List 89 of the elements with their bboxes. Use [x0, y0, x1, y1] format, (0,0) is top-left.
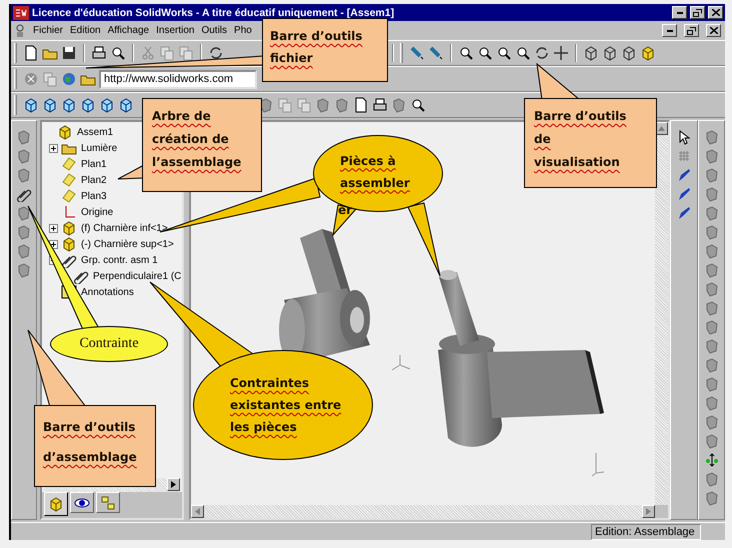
cube-icon[interactable] — [42, 97, 58, 113]
magnifier-icon[interactable] — [110, 45, 126, 61]
callout-text: Contraintes existantes entre les pièces — [230, 375, 342, 436]
cube-icon[interactable] — [61, 97, 77, 113]
pencil-icon[interactable] — [676, 167, 692, 183]
part-icon[interactable] — [61, 220, 77, 236]
printer-icon[interactable] — [91, 45, 107, 61]
menu-item[interactable]: Insertion — [156, 25, 194, 36]
callout-text: Contrainte — [79, 336, 139, 352]
minimize-button[interactable] — [672, 6, 687, 19]
panel-tab[interactable] — [96, 492, 120, 513]
tree-item-label[interactable]: (-) Charnière sup<1> — [81, 238, 174, 250]
cube-icon[interactable] — [99, 97, 115, 113]
pencil-icon[interactable] — [676, 205, 692, 221]
document-icon[interactable] — [353, 97, 369, 113]
minimize-button[interactable] — [662, 24, 677, 37]
vertical-scrollbar[interactable] — [655, 122, 668, 505]
tree-item-label[interactable]: Plan3 — [81, 190, 107, 202]
restore-icon — [693, 8, 702, 16]
callout-text: Arbre de création de l’assemblage — [152, 108, 242, 171]
tree-item-label[interactable]: Perpendiculaire1 (C — [93, 270, 182, 282]
tree-item-label[interactable]: Assem1 — [77, 126, 114, 138]
close-icon — [710, 27, 718, 34]
pencil-icon[interactable] — [676, 186, 692, 202]
close-button[interactable] — [706, 24, 721, 37]
minimize-icon — [666, 30, 672, 32]
tree-item-label[interactable]: Plan1 — [81, 158, 107, 170]
move-arrows-icon[interactable] — [704, 452, 720, 468]
magnifier-icon[interactable] — [458, 45, 474, 61]
stray-text: er — [338, 203, 352, 217]
expand-toggle[interactable] — [49, 144, 58, 152]
menu-item[interactable]: Fichier — [33, 25, 64, 36]
callout-text: Barre d’outils fichier — [270, 28, 362, 67]
printer-icon[interactable] — [372, 97, 388, 113]
restore-icon — [687, 26, 696, 34]
minimize-icon — [676, 12, 682, 14]
rotate-icon[interactable] — [208, 45, 224, 61]
menu-item[interactable]: Pho — [234, 25, 252, 36]
magnifier-icon[interactable] — [410, 97, 426, 113]
cube-icon[interactable] — [80, 97, 96, 113]
app-logo-icon — [13, 6, 29, 20]
menu-item[interactable]: Affichage — [108, 25, 150, 36]
probe-icon[interactable] — [428, 45, 444, 61]
panel-tab[interactable] — [44, 492, 68, 516]
menu-item[interactable]: Outils — [201, 25, 228, 36]
callout-text: Barre d’outils d’assemblage — [43, 419, 137, 466]
axis-triad-icon — [392, 354, 410, 370]
plane-icon — [61, 156, 77, 172]
part-icon[interactable] — [61, 236, 77, 252]
magnifier-icon[interactable] — [496, 45, 512, 61]
assembly-icon[interactable] — [57, 124, 73, 140]
document-icon[interactable] — [23, 45, 39, 61]
pan-icon[interactable] — [553, 45, 569, 61]
cube-outline-icon[interactable] — [621, 45, 637, 61]
menu-item[interactable]: Edition — [70, 25, 101, 36]
cube-outline-icon[interactable] — [583, 45, 599, 61]
cube-icon[interactable] — [23, 97, 39, 113]
cube-shaded-icon[interactable] — [640, 45, 656, 61]
restore-button[interactable] — [690, 6, 705, 19]
tree-item-label[interactable]: Origine — [81, 206, 114, 218]
close-button[interactable] — [708, 6, 723, 19]
address-field[interactable]: http://www.solidworks.com — [99, 70, 257, 88]
tree-item-label[interactable]: (f) Charnière inf<1> — [81, 222, 168, 234]
restore-button[interactable] — [684, 24, 699, 37]
globe-icon[interactable] — [61, 71, 77, 87]
cube-icon[interactable] — [118, 97, 134, 113]
cube-outline-icon[interactable] — [602, 45, 618, 61]
configuration-icon — [100, 494, 116, 510]
feature-tree-icon[interactable] — [48, 496, 64, 512]
tree-item-label[interactable]: Grp. contr. asm 1 — [81, 254, 158, 266]
expand-toggle[interactable] — [49, 224, 58, 232]
tree-item-label[interactable]: Annotations — [81, 286, 134, 298]
axis-triad-icon — [592, 452, 604, 476]
callout-text: Barre d’outils de visualisation — [534, 108, 626, 171]
stop-icon[interactable] — [23, 71, 39, 87]
status-text: Edition: Assemblage — [591, 524, 701, 540]
tree-item-label[interactable]: Lumière — [81, 142, 118, 154]
window-title: Licence d'éducation SolidWorks - A titre éducatif uniquement - [Assem1] — [32, 6, 396, 18]
scroll-right-icon[interactable] — [171, 481, 176, 488]
pages-icon[interactable] — [178, 45, 194, 61]
magnifier-icon[interactable] — [477, 45, 493, 61]
tool-icon[interactable] — [16, 205, 32, 221]
panel-tab[interactable] — [70, 492, 94, 513]
plane-icon — [61, 172, 77, 188]
rotate-icon[interactable] — [534, 45, 550, 61]
close-icon — [712, 9, 720, 16]
tree-item-label[interactable]: Plan2 — [81, 174, 107, 186]
probe-icon[interactable] — [409, 45, 425, 61]
magnifier-icon[interactable] — [515, 45, 531, 61]
